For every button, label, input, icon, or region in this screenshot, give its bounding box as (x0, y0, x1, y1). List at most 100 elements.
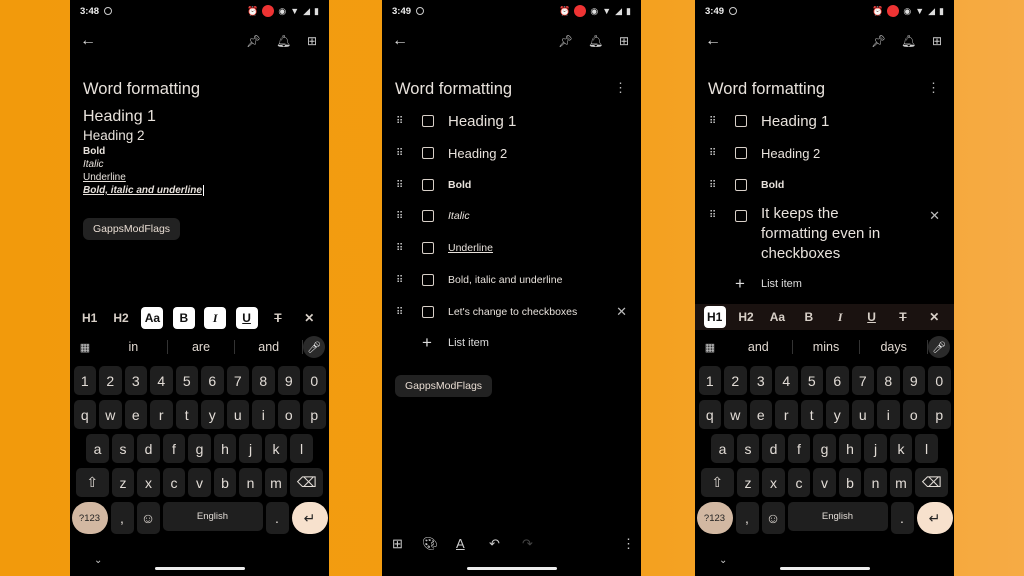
key[interactable]: g (813, 434, 836, 463)
key[interactable]: w (99, 400, 122, 429)
pin-icon[interactable]: 📌︎ (871, 34, 886, 48)
checklist-item[interactable]: ⠿ Heading 1 (695, 109, 954, 133)
drag-handle-icon[interactable]: ⠿ (709, 116, 723, 127)
delete-item-icon[interactable]: ✕ (929, 208, 940, 224)
checklist-item[interactable]: ⠿ Heading 2 (382, 141, 641, 165)
key[interactable]: v (188, 468, 211, 497)
key[interactable]: k (889, 434, 913, 463)
apps-grid-icon[interactable]: ▦ (695, 341, 725, 354)
undo-icon[interactable]: ↶ (489, 536, 500, 552)
item-text[interactable]: Heading 1 (448, 113, 516, 130)
key[interactable]: i (877, 400, 900, 429)
text-format-icon[interactable]: A (456, 536, 465, 551)
key[interactable]: l (915, 434, 938, 463)
close-toolbar-icon[interactable]: ✕ (298, 307, 320, 329)
key[interactable]: 6 (826, 366, 849, 395)
gesture-nav-bar[interactable] (154, 567, 245, 570)
item-text[interactable]: It keeps the formatting even in checkbox… (761, 204, 901, 264)
drag-handle-icon[interactable]: ⠿ (396, 211, 410, 222)
key[interactable]: c (787, 468, 811, 497)
period-key[interactable]: . (890, 502, 914, 534)
underline-button[interactable]: U (861, 306, 883, 328)
key[interactable]: 8 (877, 366, 900, 395)
key[interactable]: p (928, 400, 951, 429)
more-options-icon[interactable]: ⋮ (614, 80, 627, 96)
key[interactable]: t (175, 400, 198, 429)
heading-2-button[interactable]: H2 (110, 307, 132, 329)
key[interactable]: x (762, 468, 785, 497)
key[interactable]: 5 (800, 366, 823, 395)
checklist-item[interactable]: ⠿ Underline (382, 236, 641, 260)
drag-handle-icon[interactable]: ⠿ (709, 148, 723, 159)
label-chip[interactable]: GappsModFlags (395, 375, 493, 397)
archive-icon[interactable]: ⊞ (307, 34, 317, 48)
gesture-nav-bar[interactable] (466, 567, 557, 570)
clear-formatting-icon[interactable]: T (267, 307, 289, 329)
key[interactable]: 3 (124, 366, 147, 395)
microphone-icon[interactable]: 🎤︎ (928, 336, 951, 358)
key[interactable]: d (137, 434, 160, 463)
space-bar[interactable]: English (787, 502, 888, 531)
key[interactable]: k (264, 434, 288, 463)
key[interactable]: j (864, 434, 887, 463)
add-list-item[interactable]: + List item (382, 333, 641, 353)
key[interactable]: z (736, 468, 760, 497)
key[interactable]: f (787, 434, 811, 463)
key[interactable]: l (290, 434, 313, 463)
enter-icon[interactable]: ↵ (916, 502, 953, 534)
key[interactable]: r (775, 400, 798, 429)
key[interactable]: 0 (928, 366, 951, 395)
checkbox[interactable] (422, 179, 434, 191)
key[interactable]: 3 (749, 366, 772, 395)
key[interactable]: 7 (851, 366, 874, 395)
item-text[interactable]: Bold, italic and underline (448, 274, 562, 286)
normal-text-button[interactable]: Aa (766, 306, 788, 328)
key[interactable]: h (838, 434, 862, 463)
backspace-icon[interactable]: ⌫ (915, 468, 949, 497)
item-text[interactable]: Heading 1 (761, 113, 829, 130)
checkbox[interactable] (422, 115, 434, 127)
item-text[interactable]: Heading 2 (761, 146, 820, 161)
key[interactable]: x (137, 468, 160, 497)
key[interactable]: n (864, 468, 887, 497)
checklist-item[interactable]: ⠿ Bold, italic and underline (382, 268, 641, 292)
note-title[interactable]: Word formatting (83, 80, 200, 99)
more-options-icon[interactable]: ⋮ (927, 80, 940, 96)
drag-handle-icon[interactable]: ⠿ (396, 180, 410, 191)
key[interactable]: d (762, 434, 785, 463)
key[interactable]: y (826, 400, 849, 429)
key[interactable]: z (111, 468, 135, 497)
suggestion-word[interactable]: in (100, 340, 168, 354)
heading-1-button[interactable]: H1 (79, 307, 101, 329)
key[interactable]: t (800, 400, 823, 429)
backspace-icon[interactable]: ⌫ (290, 468, 324, 497)
key[interactable]: 7 (226, 366, 249, 395)
reminder-bell-icon[interactable]: 🔔︎ (901, 34, 916, 48)
key[interactable]: a (711, 434, 734, 463)
underline-line[interactable]: Underline (83, 172, 126, 183)
key[interactable]: y (201, 400, 224, 429)
item-text[interactable]: Let's change to checkboxes (448, 306, 577, 318)
normal-text-button[interactable]: Aa (141, 307, 164, 329)
key[interactable]: 9 (902, 366, 925, 395)
key[interactable]: a (86, 434, 109, 463)
clear-formatting-icon[interactable]: T (892, 306, 914, 328)
microphone-icon[interactable]: 🎤︎ (303, 336, 326, 358)
key[interactable]: o (902, 400, 925, 429)
italic-button[interactable]: I (829, 306, 851, 328)
bold-line[interactable]: Bold (83, 146, 105, 157)
item-text[interactable]: Bold (448, 179, 471, 191)
checkbox[interactable] (735, 115, 747, 127)
checklist-item[interactable]: ⠿ Let's change to checkboxes ✕ (382, 300, 641, 324)
note-title[interactable]: Word formatting (708, 80, 825, 99)
symbols-key[interactable]: ?123 (71, 502, 108, 534)
palette-icon[interactable]: 🎨︎ (422, 536, 439, 552)
italic-line[interactable]: Italic (83, 159, 104, 170)
key[interactable]: 2 (99, 366, 122, 395)
hide-keyboard-chevron-icon[interactable]: ⌄ (719, 555, 727, 566)
heading-1-line[interactable]: Heading 1 (83, 108, 156, 126)
key[interactable]: r (150, 400, 173, 429)
comma-key[interactable]: , (110, 502, 134, 534)
bold-italic-underline-line[interactable]: Bold, italic and underline (83, 185, 204, 196)
drag-handle-icon[interactable]: ⠿ (709, 180, 723, 191)
